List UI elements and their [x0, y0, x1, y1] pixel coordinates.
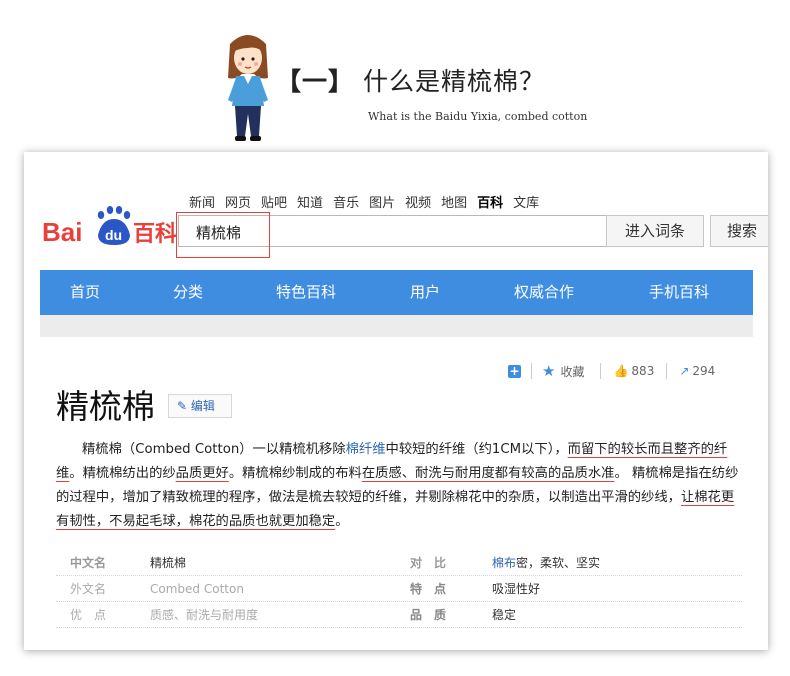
main-nav-category[interactable]: 分类 [173, 270, 276, 315]
top-nav-music[interactable]: 音乐 [333, 192, 359, 211]
info-key: 对 比 [410, 556, 447, 570]
top-nav-tieba[interactable]: 贴吧 [261, 192, 287, 211]
main-nav-authority[interactable]: 权威合作 [514, 270, 649, 315]
summary-text: 精梳棉（Combed Cotton）一以精梳机移除 [82, 442, 346, 457]
search-button[interactable]: 搜索 [710, 215, 768, 247]
summary-underlined: 品质更好 [175, 466, 229, 481]
info-row: 外文名 Combed Cotton 特 点 吸湿性好 [56, 576, 742, 602]
main-nav-home[interactable]: 首页 [70, 270, 173, 315]
top-nav: 新闻 网页 贴吧 知道 音乐 图片 视频 地图 百科 文库 [189, 192, 539, 211]
main-nav-users[interactable]: 用户 [410, 270, 514, 315]
top-nav-images[interactable]: 图片 [369, 192, 395, 211]
logo-baike-text: 百科 [133, 222, 177, 247]
top-nav-baike[interactable]: 百科 [477, 192, 503, 211]
logo-bai-text: Bai [42, 217, 82, 247]
baike-screenshot: 新闻 网页 贴吧 知道 音乐 图片 视频 地图 百科 文库 Bai du 百科 … [24, 152, 768, 650]
edit-label: 编辑 [190, 399, 215, 413]
baidu-baike-logo[interactable]: Bai du 百科 [42, 205, 177, 247]
summary-underlined: 在质感、耐洗与耐用度都有较高的品质水准 [361, 466, 615, 481]
entry-actions: + ★ 收藏 👍 883 ↗ 294 [508, 361, 715, 381]
top-nav-web[interactable]: 网页 [225, 192, 251, 211]
info-key: 特 点 [410, 582, 447, 596]
info-value: 吸湿性好 [492, 582, 541, 596]
info-row: 中文名 精梳棉 对 比 棉布密，柔软、坚实 [56, 550, 742, 576]
info-value: Combed Cotton [150, 581, 244, 596]
summary-text: 。精梳棉纺出的纱 [69, 466, 176, 481]
heading-bracket: 【一】 [276, 67, 355, 96]
collect-label[interactable]: 收藏 [560, 363, 584, 380]
thumbs-up-icon[interactable]: 👍 [613, 364, 628, 378]
summary-text: 。精梳棉纱制成的布料 [228, 466, 362, 481]
search-highlight-box [176, 212, 270, 258]
summary-text: 。 [335, 514, 349, 529]
entry-summary: 精梳棉（Combed Cotton）一以精梳机移除棉纤维中较短的纤维（约1CM以… [56, 438, 746, 534]
top-nav-zhidao[interactable]: 知道 [297, 192, 323, 211]
share-count: 294 [692, 364, 716, 378]
cotton-cloth-link[interactable]: 棉布 [492, 556, 516, 570]
pencil-icon: ✎ [177, 399, 188, 413]
info-key: 优 点 [70, 608, 107, 622]
info-value-text: 密，柔软、坚实 [516, 556, 601, 570]
logo-du-text: du [105, 227, 122, 243]
summary-text: 中较短的纤维（约1CM以下）， [385, 442, 568, 457]
main-nav-bar: 首页 分类 特色百科 用户 权威合作 手机百科 [40, 270, 753, 315]
section-subtitle: What is the Baidu Yixia, combed cotton [368, 110, 588, 123]
main-nav-featured[interactable]: 特色百科 [276, 270, 410, 315]
sub-nav-bar [40, 315, 753, 337]
info-key: 外文名 [70, 582, 107, 596]
basic-info-table: 中文名 精梳棉 对 比 棉布密，柔软、坚实 外文名 Combed Cotton … [56, 550, 742, 628]
edit-button[interactable]: ✎ 编辑 [168, 394, 232, 418]
top-nav-video[interactable]: 视频 [405, 192, 431, 211]
like-count: 883 [631, 364, 655, 378]
info-value: 稳定 [492, 608, 517, 622]
enter-entry-button[interactable]: 进入词条 [606, 215, 704, 247]
info-key: 中文名 [70, 556, 107, 570]
star-icon[interactable]: ★ [542, 362, 555, 380]
heading-text: 什么是精梳棉？ [362, 67, 545, 96]
section-heading: 【一】 什么是精梳棉？ [276, 62, 545, 98]
top-nav-map[interactable]: 地图 [441, 192, 467, 211]
cartoon-girl-illustration [228, 35, 268, 141]
top-nav-wenku[interactable]: 文库 [513, 192, 539, 211]
info-key: 品 质 [410, 608, 447, 622]
entry-title: 精梳棉 [56, 387, 155, 426]
info-value: 精梳棉 [150, 556, 187, 570]
cotton-fiber-link[interactable]: 棉纤维 [346, 442, 386, 457]
main-nav-mobile[interactable]: 手机百科 [649, 270, 709, 315]
info-value: 质感、耐洗与耐用度 [150, 608, 259, 622]
add-icon[interactable]: + [508, 364, 521, 378]
share-icon[interactable]: ↗ [679, 364, 689, 378]
top-nav-news[interactable]: 新闻 [189, 192, 215, 211]
info-value: 棉布密，柔软、坚实 [492, 554, 600, 571]
info-row: 优 点 质感、耐洗与耐用度 品 质 稳定 [56, 602, 742, 628]
